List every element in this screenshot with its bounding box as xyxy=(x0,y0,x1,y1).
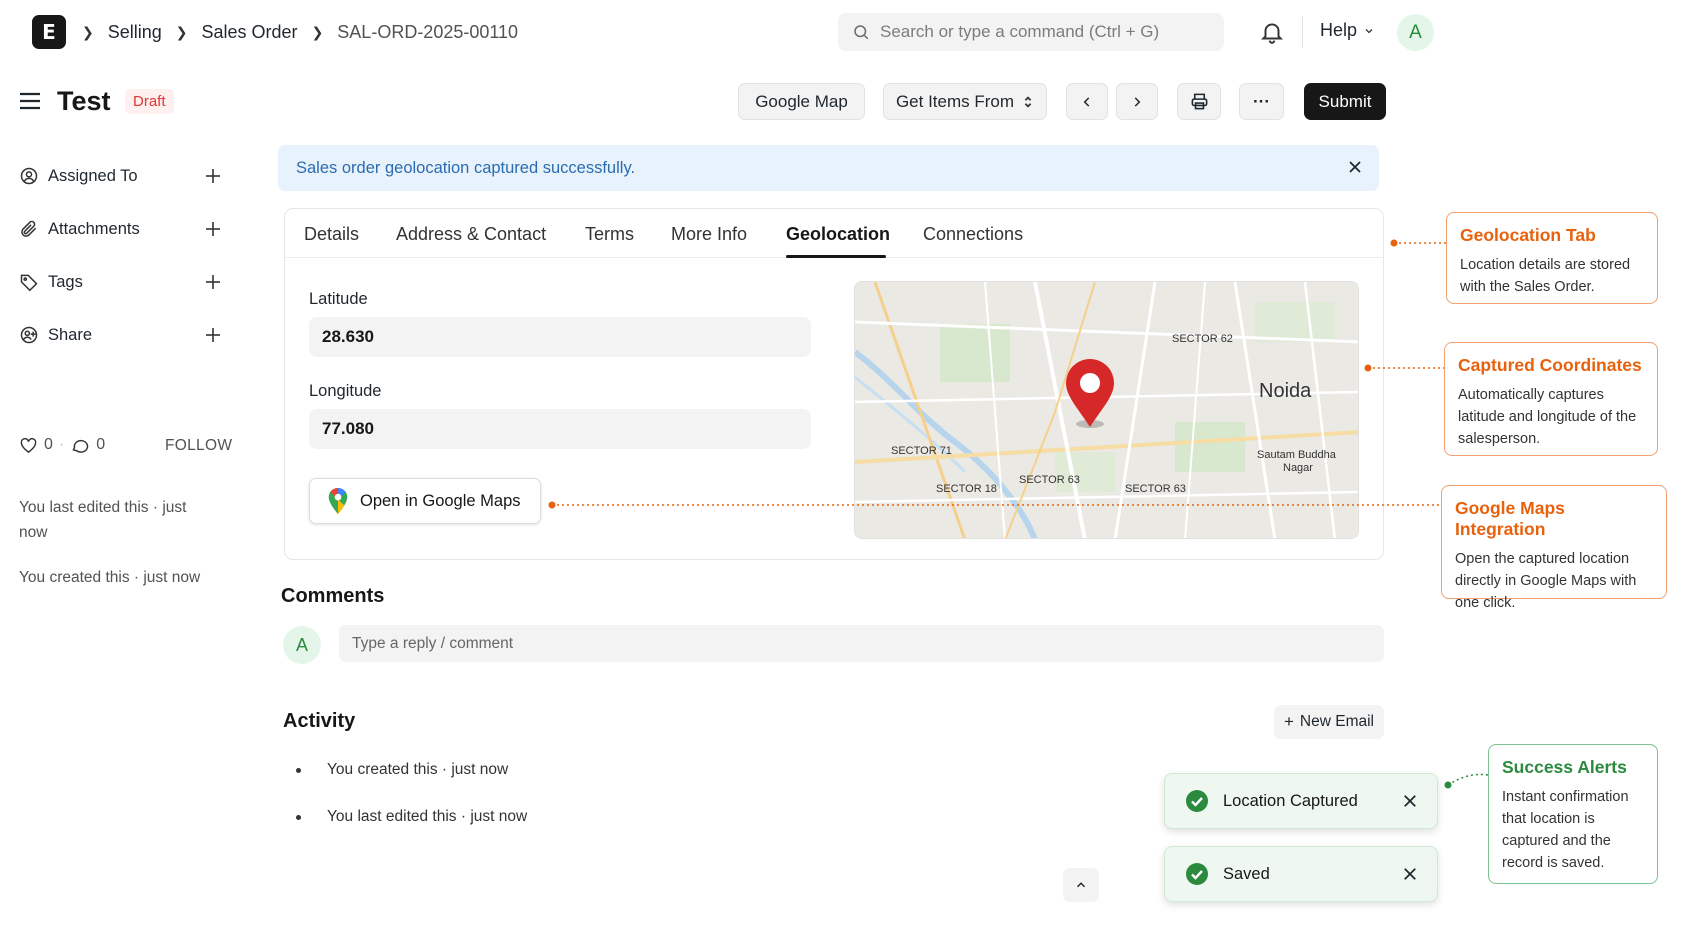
close-icon[interactable] xyxy=(1403,794,1417,808)
plus-icon: + xyxy=(1283,712,1294,731)
activity-item: You created this · just now xyxy=(296,761,508,779)
chevron-up-icon xyxy=(1076,882,1086,888)
bullet xyxy=(296,767,301,773)
toast-location-captured: Location Captured xyxy=(1164,773,1438,829)
close-icon[interactable] xyxy=(1403,867,1417,881)
check-circle-icon xyxy=(1186,863,1208,885)
callout-body: Automatically captures latitude and long… xyxy=(1458,387,1637,447)
callout-google-maps-integration: Google Maps Integration Open the capture… xyxy=(1441,485,1667,611)
callout-body: Open the captured location directly in G… xyxy=(1455,551,1637,611)
activity-heading: Activity xyxy=(283,710,356,732)
callout-body: Location details are stored with the Sal… xyxy=(1460,257,1631,295)
callout-title: Success Alerts xyxy=(1502,757,1627,777)
toast-message: Saved xyxy=(1223,864,1270,883)
callout-title: Captured Coordinates xyxy=(1458,355,1642,375)
callout-geolocation-tab: Geolocation Tab Location details are sto… xyxy=(1446,212,1658,304)
callout-connectors xyxy=(548,239,1489,789)
callout-title: Geolocation Tab xyxy=(1460,225,1596,245)
callout-body: Instant confirmation that location is ca… xyxy=(1502,789,1629,871)
comment-avatar: A xyxy=(283,626,321,664)
callout-success-alerts: Success Alerts Instant confirmation that… xyxy=(1488,744,1658,884)
toast-message: Location Captured xyxy=(1223,791,1358,810)
toast-saved: Saved xyxy=(1164,846,1438,902)
activity-item: You last edited this · just now xyxy=(296,808,527,826)
avatar-initial: A xyxy=(295,634,308,655)
comment-input[interactable] xyxy=(339,625,1384,662)
activity-text: You created this · just now xyxy=(327,761,509,778)
scroll-to-top-button[interactable] xyxy=(1063,868,1099,902)
callout-captured-coordinates: Captured Coordinates Automatically captu… xyxy=(1444,342,1658,456)
activity-text: You last edited this · just now xyxy=(327,808,528,825)
check-circle-icon xyxy=(1186,790,1208,812)
callout-title: Google Maps Integration xyxy=(1455,498,1565,539)
comments-heading: Comments xyxy=(281,585,385,607)
new-email-button[interactable]: + New Email xyxy=(1274,705,1384,739)
bullet xyxy=(296,814,301,820)
new-email-label: New Email xyxy=(1299,713,1374,730)
